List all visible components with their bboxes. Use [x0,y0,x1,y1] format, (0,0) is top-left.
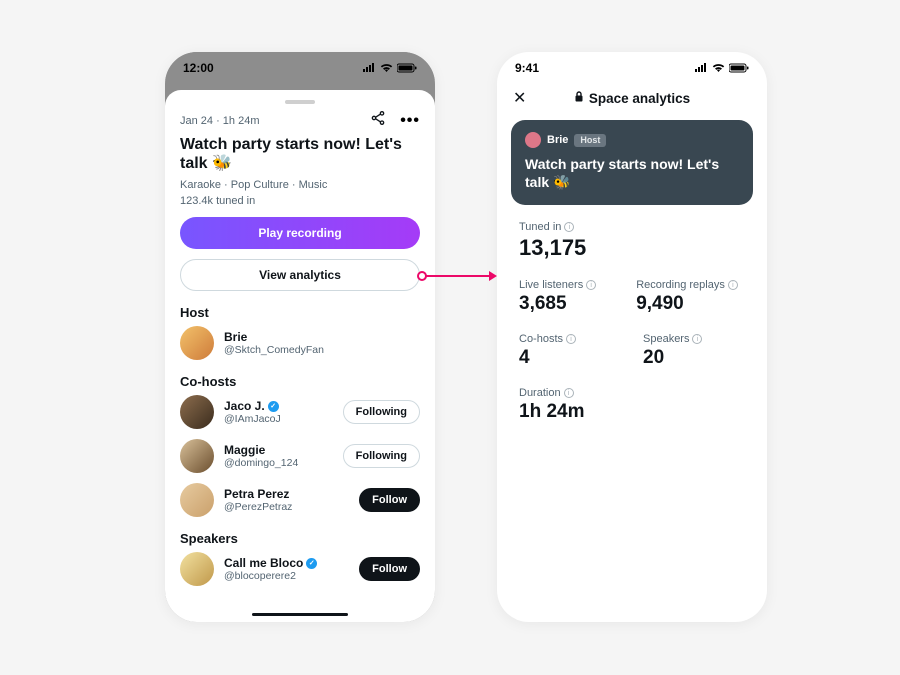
stat-value-duration: 1h 24m [519,401,745,423]
follow-button[interactable]: Follow [359,488,420,512]
cohost-row[interactable]: Petra Perez @PerezPetraz Follow [180,483,420,517]
stat-value-replays: 9,490 [636,293,738,315]
space-title: Watch party starts now! Let's talk 🐝 [180,135,420,173]
sheet-grabber[interactable] [285,100,315,104]
analytics-stats: Tuned ini 13,175 Live listenersi 3,685 R… [497,215,767,447]
signal-icon [694,63,708,73]
status-indicators [694,63,749,73]
avatar [180,439,214,473]
user-handle: @blocoperere2 [224,570,349,582]
info-icon[interactable]: i [728,280,738,290]
status-time: 12:00 [183,61,214,75]
info-icon[interactable]: i [564,388,574,398]
user-handle: @Sktch_ComedyFan [224,344,420,356]
stat-label-duration: Durationi [519,387,745,399]
section-speakers: Speakers [180,531,420,546]
close-icon[interactable]: ✕ [513,88,526,108]
stat-label-live-listeners: Live listenersi [519,279,596,291]
space-tuned-in: 123.4k tuned in [180,195,420,207]
user-name: Jaco J. [224,399,265,413]
user-handle: @PerezPetraz [224,501,349,513]
space-meta: Jan 24 · 1h 24m [180,115,260,127]
info-icon[interactable]: i [564,222,574,232]
space-sheet: Jan 24 · 1h 24m ••• Watch party starts n… [165,90,435,622]
space-tags: Karaoke · Pop Culture · Music [180,179,420,191]
battery-icon [729,63,749,73]
avatar [180,483,214,517]
space-summary-card: Brie Host Watch party starts now! Let's … [511,120,753,205]
info-icon[interactable]: i [586,280,596,290]
follow-button[interactable]: Following [343,444,420,468]
status-bar: 12:00 [165,52,435,80]
play-recording-button[interactable]: Play recording [180,217,420,249]
view-analytics-button[interactable]: View analytics [180,259,420,291]
user-handle: @domingo_124 [224,457,333,469]
follow-button[interactable]: Following [343,400,420,424]
analytics-header: ✕ Space analytics [497,80,767,116]
verified-icon: ✓ [306,558,317,569]
host-badge: Host [574,134,606,147]
header-title: Space analytics [589,91,690,106]
speaker-row[interactable]: Call me Bloco ✓ @blocoperere2 Follow [180,552,420,586]
phone-space-analytics: 9:41 ✕ Space analytics Brie Host Watch p… [497,52,767,622]
cohost-row[interactable]: Jaco J. ✓ @IAmJacoJ Following [180,395,420,429]
wifi-icon [380,63,393,73]
status-indicators [362,63,417,73]
stat-value-speakers: 20 [643,347,702,369]
avatar [180,395,214,429]
status-time: 9:41 [515,61,539,75]
home-indicator[interactable] [252,613,348,617]
cohost-row[interactable]: Maggie @domingo_124 Following [180,439,420,473]
stat-value-live-listeners: 3,685 [519,293,596,315]
battery-icon [397,63,417,73]
stat-label-speakers: Speakersi [643,333,702,345]
section-cohosts: Co-hosts [180,374,420,389]
signal-icon [362,63,376,73]
status-bar: 9:41 [497,52,767,80]
wifi-icon [712,63,725,73]
stat-value-tuned-in: 13,175 [519,235,745,261]
avatar [180,552,214,586]
stat-value-cohosts: 4 [519,347,603,369]
avatar [525,132,541,148]
card-host-name: Brie [547,134,568,146]
more-icon[interactable]: ••• [400,112,420,130]
card-title: Watch party starts now! Let's talk 🐝 [525,156,739,191]
stat-label-replays: Recording replaysi [636,279,738,291]
user-name: Petra Perez [224,487,289,501]
user-handle: @IAmJacoJ [224,413,333,425]
avatar [180,326,214,360]
stat-label-cohosts: Co-hostsi [519,333,603,345]
section-host: Host [180,305,420,320]
user-name: Maggie [224,443,265,457]
verified-icon: ✓ [268,401,279,412]
share-icon[interactable] [370,110,386,131]
phone-space-detail: 12:00 Jan 24 · 1h 24m ••• Watch party st… [165,52,435,622]
info-icon[interactable]: i [566,334,576,344]
user-name: Brie [224,330,247,344]
user-name: Call me Bloco [224,556,303,570]
info-icon[interactable]: i [692,334,702,344]
stat-label-tuned-in: Tuned ini [519,221,745,233]
lock-icon [574,91,584,105]
host-row[interactable]: Brie @Sktch_ComedyFan [180,326,420,360]
follow-button[interactable]: Follow [359,557,420,581]
